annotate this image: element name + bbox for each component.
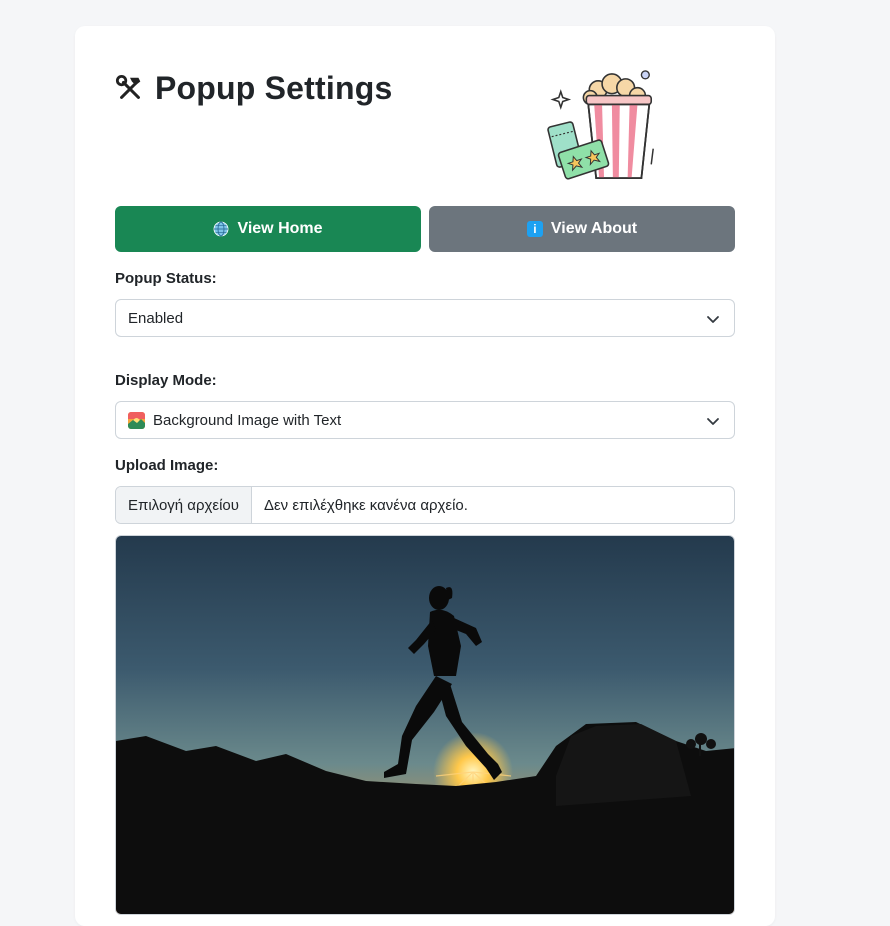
view-about-label: View About xyxy=(550,220,638,237)
popcorn-and-tickets-illustration xyxy=(547,70,654,180)
page-title-text: Popup Settings xyxy=(155,70,393,106)
chevron-down-icon xyxy=(707,316,719,323)
file-status-text: Δεν επιλέχθηκε κανένα αρχείο. xyxy=(263,496,468,514)
sunrise-image-icon xyxy=(128,411,145,429)
choose-file-button[interactable]: Επιλογή αρχείου xyxy=(116,487,252,523)
header: Popup Settings xyxy=(115,66,735,216)
image-preview xyxy=(115,535,735,915)
hammer-and-wrench-icon xyxy=(115,74,141,99)
info-icon: i xyxy=(526,221,543,237)
file-input[interactable]: Επιλογή αρχείου Δεν επιλέχθηκε κανένα αρ… xyxy=(115,486,735,524)
popup-status-label: Popup Status: xyxy=(115,270,217,287)
runner-silhouette-sunset-image xyxy=(116,536,734,914)
settings-card: Popup Settings View Home i View About Po… xyxy=(75,26,775,926)
page-title: Popup Settings xyxy=(115,70,392,107)
view-about-button[interactable]: i View About xyxy=(429,206,735,252)
popup-status-value: Enabled xyxy=(128,309,184,327)
globe-icon xyxy=(214,221,229,237)
view-home-button[interactable]: View Home xyxy=(115,206,421,252)
view-home-label: View Home xyxy=(237,220,323,237)
display-mode-value: Background Image with Text xyxy=(153,411,342,429)
display-mode-select[interactable]: Background Image with Text xyxy=(115,401,735,439)
popup-status-select[interactable]: Enabled xyxy=(115,299,735,337)
display-mode-label: Display Mode: xyxy=(115,372,217,389)
chevron-down-icon xyxy=(707,418,719,425)
upload-image-label: Upload Image: xyxy=(115,457,219,474)
nav-button-row: View Home i View About xyxy=(115,206,735,252)
